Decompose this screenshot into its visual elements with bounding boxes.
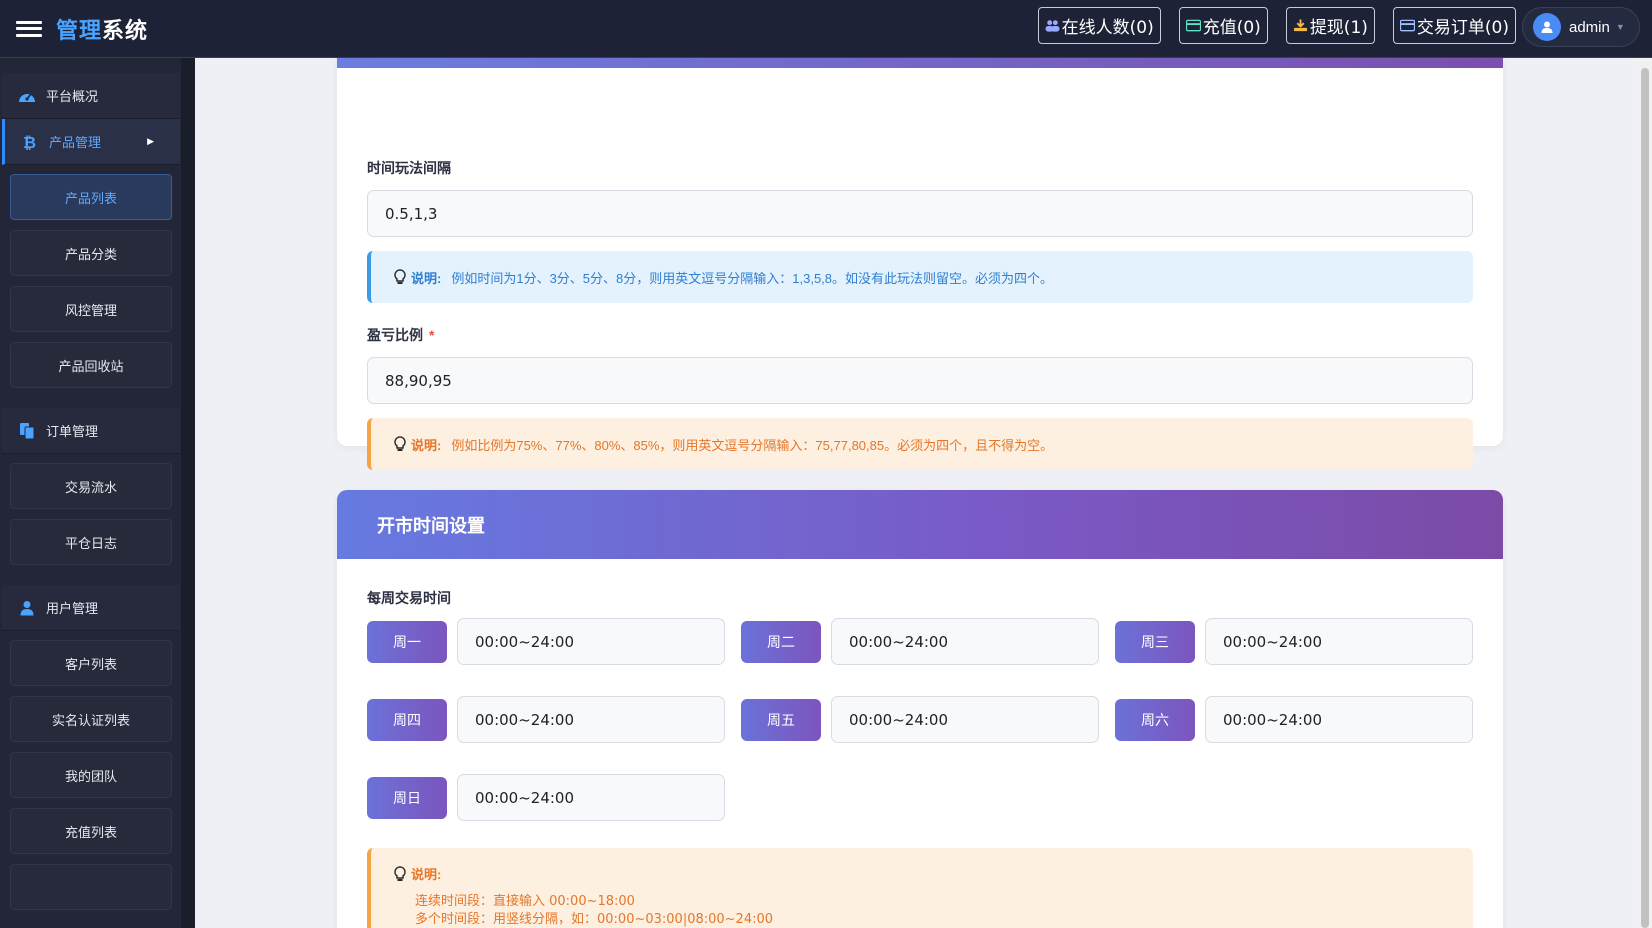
sidebar-item-platform-overview[interactable]: 平台概况	[2, 73, 180, 119]
market-note-title: 说明:	[411, 867, 442, 882]
day-button-sun[interactable]: 周日	[367, 777, 447, 819]
lightbulb-icon	[394, 269, 406, 284]
interval-note: 说明: 例如时间为1分、3分、5分、8分，则用英文逗号分隔输入：1,3,5,8。…	[367, 251, 1473, 303]
ratio-note: 说明: 例如比例为75%、77%、80%、85%，则用英文逗号分隔输入：75,7…	[367, 418, 1473, 470]
sidebar-item-recharge-list[interactable]: 充值列表	[10, 808, 172, 854]
day-button-sat[interactable]: 周六	[1115, 699, 1195, 741]
sidebar-item-risk-control[interactable]: 风控管理	[10, 286, 172, 332]
day-input-mon[interactable]: 00:00~24:00	[457, 618, 725, 665]
sidebar-item-order-mgmt[interactable]: 订单管理	[2, 408, 180, 454]
sidebar-item-product-list[interactable]: 产品列表	[10, 174, 172, 220]
ratio-note-title: 说明:	[411, 437, 442, 453]
sidebar-item-label: 订单管理	[46, 424, 99, 439]
day-input-sat[interactable]: 00:00~24:00	[1205, 696, 1473, 743]
day-input-thu[interactable]: 00:00~24:00	[457, 696, 725, 743]
recharge-button[interactable]: 充值(0)	[1178, 7, 1268, 44]
brand-title: 管理系统	[56, 17, 149, 43]
sidebar-item-customer-list[interactable]: 客户列表	[10, 640, 172, 686]
day-button-fri[interactable]: 周五	[741, 699, 821, 741]
bitcoin-icon: ₿	[21, 133, 39, 151]
sidebar-item-platform-log[interactable]: 平仓日志	[10, 519, 172, 565]
copy-icon	[18, 422, 36, 440]
top-header: 管理系统 在线人数(0) 充值(0) 提现(1) 交易订单(0) admin ▼	[0, 0, 1652, 58]
trade-settings-card: 时间玩法间隔 0.5,1,3 说明: 例如时间为1分、3分、5分、8分，则用英文…	[337, 58, 1503, 470]
sidebar-item-label: 用户管理	[46, 601, 99, 616]
sidebar-item-user-mgmt[interactable]: 用户管理	[2, 585, 180, 631]
main-content: 时间玩法间隔 0.5,1,3 说明: 例如时间为1分、3分、5分、8分，则用英文…	[196, 58, 1652, 928]
interval-note-title: 说明:	[411, 270, 442, 286]
user-name: admin	[1569, 18, 1610, 36]
page-scrollbar[interactable]	[1638, 58, 1652, 928]
market-hours-note: 说明: 连续时间段：直接输入 00:00~18:00 多个时间段：用竖线分隔，如…	[367, 848, 1473, 928]
day-input-fri[interactable]: 00:00~24:00	[831, 696, 1099, 743]
withdraw-button[interactable]: 提现(1)	[1285, 7, 1375, 44]
dashboard-icon	[18, 87, 36, 105]
sidebar-item-label: 平台概况	[46, 89, 99, 104]
ratio-label: 盈亏比例 *	[367, 327, 435, 343]
ratio-input[interactable]: 88,90,95	[367, 357, 1473, 404]
sidebar-item-realname-list[interactable]: 实名认证列表	[10, 696, 172, 742]
order-card-icon	[1399, 19, 1415, 32]
caret-right-icon: ▶	[147, 136, 154, 146]
card-header-strip	[337, 58, 1503, 68]
weekly-trading-label: 每周交易时间	[367, 590, 451, 606]
day-input-wed[interactable]: 00:00~24:00	[1205, 618, 1473, 665]
trade-orders-button[interactable]: 交易订单(0)	[1392, 7, 1516, 44]
user-avatar-icon	[1541, 21, 1553, 33]
avatar	[1533, 13, 1561, 41]
required-asterisk: *	[429, 327, 435, 343]
recharge-label: 充值(0)	[1202, 18, 1261, 38]
market-note-line2: 多个时间段：用竖线分隔，如：00:00~03:00|08:00~24:00	[415, 912, 774, 927]
day-button-thu[interactable]: 周四	[367, 699, 447, 741]
sidebar-item-trade-flow[interactable]: 交易流水	[10, 463, 172, 509]
menu-toggle-icon[interactable]	[16, 19, 42, 39]
day-button-wed[interactable]: 周三	[1115, 621, 1195, 663]
sidebar-item-label: 产品管理	[49, 135, 102, 150]
lightbulb-icon	[394, 436, 406, 451]
credit-card-icon	[1185, 19, 1201, 32]
interval-label: 时间玩法间隔	[367, 160, 451, 176]
online-users-label: 在线人数(0)	[1061, 18, 1154, 38]
trade-orders-label: 交易订单(0)	[1416, 18, 1509, 38]
interval-note-text: 例如时间为1分、3分、5分、8分，则用英文逗号分隔输入：1,3,5,8。如没有此…	[451, 270, 1054, 286]
user-menu[interactable]: admin ▼	[1522, 7, 1640, 47]
chevron-down-icon: ▼	[1615, 22, 1625, 32]
online-users-button[interactable]: 在线人数(0)	[1037, 7, 1161, 44]
sidebar-item-product-mgmt[interactable]: ₿ 产品管理 ▶	[2, 119, 180, 165]
day-button-mon[interactable]: 周一	[367, 621, 447, 663]
sidebar-item-more[interactable]	[10, 864, 172, 910]
interval-input[interactable]: 0.5,1,3	[367, 190, 1473, 237]
market-note-line1: 连续时间段：直接输入 00:00~18:00	[415, 894, 635, 909]
users-icon	[1045, 20, 1060, 32]
day-button-tue[interactable]: 周二	[741, 621, 821, 663]
lightbulb-icon	[394, 865, 406, 881]
sidebar-item-product-recycle[interactable]: 产品回收站	[10, 342, 172, 388]
withdraw-label: 提现(1)	[1309, 18, 1368, 38]
ratio-note-text: 例如比例为75%、77%、80%、85%，则用英文逗号分隔输入：75,77,80…	[451, 437, 1054, 453]
market-hours-card: 开市时间设置 每周交易时间 周一 00:00~24:00 周二 00:00~24…	[337, 490, 1503, 928]
market-hours-title: 开市时间设置	[337, 490, 1503, 559]
day-input-tue[interactable]: 00:00~24:00	[831, 618, 1099, 665]
download-icon	[1293, 19, 1307, 32]
scrollbar-thumb[interactable]	[1641, 68, 1649, 928]
sidebar-item-product-category[interactable]: 产品分类	[10, 230, 172, 276]
sidebar-item-my-team[interactable]: 我的团队	[10, 752, 172, 798]
sidebar: 平台概况 ₿ 产品管理 ▶ 产品列表 产品分类 风控管理 产品回收站 订单管理 …	[0, 58, 195, 928]
svg-text:₿: ₿	[23, 133, 36, 151]
user-icon	[18, 599, 36, 617]
day-input-sun[interactable]: 00:00~24:00	[457, 774, 725, 821]
